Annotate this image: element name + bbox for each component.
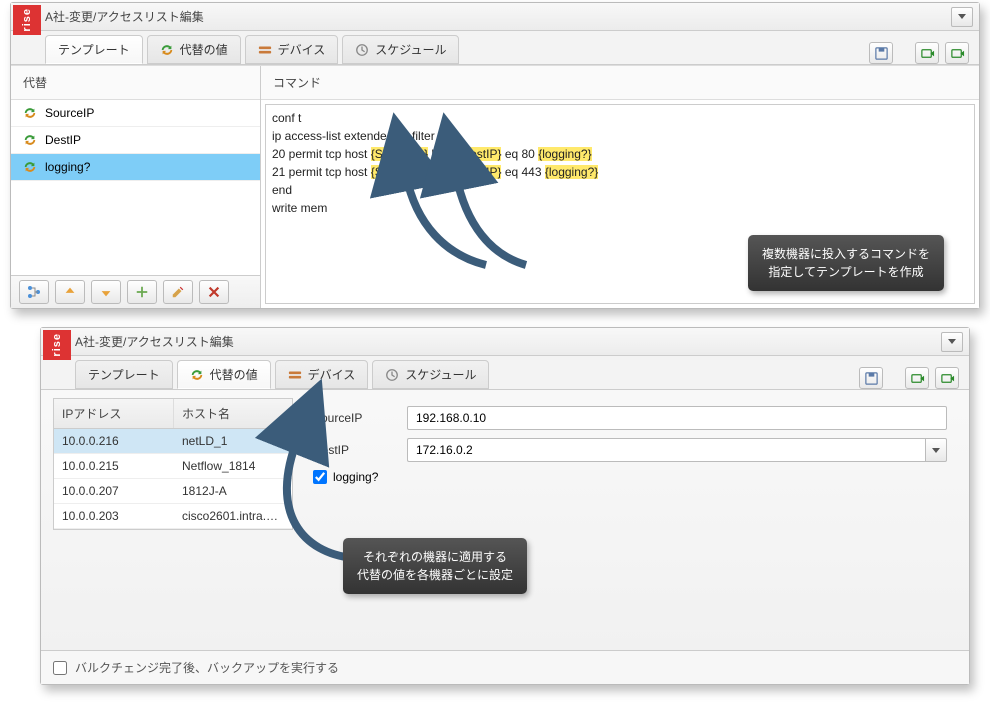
editor-body: 代替 SourceIP DestIP logging? [11, 65, 979, 308]
save-button[interactable] [859, 367, 883, 389]
cmd-line: ip access-list extended lvi-filter [272, 129, 435, 143]
tab-label: テンプレート [58, 41, 130, 58]
title-dropdown-button[interactable] [941, 332, 963, 352]
tab-values[interactable]: 代替の値 [177, 360, 271, 389]
refresh-icon [190, 368, 204, 382]
tab-template[interactable]: テンプレート [75, 360, 173, 389]
edit-button[interactable] [163, 280, 193, 304]
window-title: A社-変更/アクセスリスト編集 [45, 8, 204, 25]
cmd-line: write mem [272, 201, 327, 215]
brand-logo: rise [43, 330, 71, 360]
value-form: SourceIP DestIP logging? [303, 398, 957, 492]
placeholder-token: {SourceIP} [371, 147, 428, 161]
chevron-down-icon [932, 448, 940, 453]
input-destip[interactable] [407, 438, 925, 462]
tab-device[interactable]: デバイス [245, 35, 339, 64]
substitution-toolbar [11, 275, 260, 308]
tab-label: スケジュール [375, 41, 446, 58]
values-body: IPアドレス ホスト名 10.0.0.216 netLD_1 10.0.0.21… [41, 390, 969, 650]
add-button[interactable] [127, 280, 157, 304]
chevron-down-icon [948, 339, 956, 344]
annotation-arrow [436, 165, 556, 280]
placeholder-token: {logging?} [538, 147, 591, 161]
run-button-1[interactable] [915, 42, 939, 64]
refresh-icon [23, 106, 37, 120]
tab-label: デバイス [308, 366, 356, 383]
cell-ip: 10.0.0.216 [54, 429, 174, 453]
cmd-line: end [272, 183, 292, 197]
substitution-panel: 代替 SourceIP DestIP logging? [11, 66, 261, 308]
tab-bar: テンプレート 代替の値 デバイス スケジュール [11, 31, 979, 65]
window-values-editor: rise A社-変更/アクセスリスト編集 テンプレート 代替の値 デバイス スケ… [40, 327, 970, 685]
grid-header: IPアドレス ホスト名 [54, 399, 292, 429]
tab-schedule[interactable]: スケジュール [342, 35, 459, 64]
move-down-button[interactable] [91, 280, 121, 304]
cmd-text: 21 permit tcp host [272, 165, 371, 179]
destip-dropdown-button[interactable] [925, 438, 947, 462]
cell-ip: 10.0.0.203 [54, 504, 174, 528]
clock-icon [355, 43, 369, 57]
tab-values[interactable]: 代替の値 [147, 35, 241, 64]
tab-label: スケジュール [405, 366, 476, 383]
device-icon [258, 43, 272, 57]
tab-bar: テンプレート 代替の値 デバイス スケジュール [41, 356, 969, 390]
footer: バルクチェンジ完了後、バックアップを実行する [41, 650, 969, 684]
tab-schedule[interactable]: スケジュール [372, 360, 489, 389]
substitution-item[interactable]: SourceIP [11, 100, 260, 127]
tab-device[interactable]: デバイス [275, 360, 369, 389]
column-header-host[interactable]: ホスト名 [174, 399, 292, 428]
window-title: A社-変更/アクセスリスト編集 [75, 333, 234, 350]
substitution-item[interactable]: logging? [11, 154, 260, 181]
substitution-item[interactable]: DestIP [11, 127, 260, 154]
cell-ip: 10.0.0.215 [54, 454, 174, 478]
device-icon [288, 368, 302, 382]
callout-line: 複数機器に投入するコマンドを [762, 245, 930, 263]
substitution-label: logging? [45, 160, 90, 174]
cmd-text: host [428, 147, 457, 161]
annotation-callout: それぞれの機器に適用する 代替の値を各機器ごとに設定 [343, 538, 527, 594]
run-button-2[interactable] [945, 42, 969, 64]
cell-ip: 10.0.0.207 [54, 479, 174, 503]
refresh-icon [23, 133, 37, 147]
command-panel: コマンド conf t ip access-list extended lvi-… [261, 66, 979, 308]
label-sourceip: SourceIP [313, 411, 393, 425]
move-up-button[interactable] [55, 280, 85, 304]
cmd-text: 20 permit tcp host [272, 147, 371, 161]
cmd-text: eq 80 [501, 147, 538, 161]
substitution-label: SourceIP [45, 106, 94, 120]
command-header: コマンド [261, 66, 979, 100]
callout-line: 代替の値を各機器ごとに設定 [357, 566, 513, 584]
titlebar: A社-変更/アクセスリスト編集 [41, 328, 969, 356]
titlebar: A社-変更/アクセスリスト編集 [11, 3, 979, 31]
tab-label: デバイス [278, 41, 326, 58]
window-template-editor: rise A社-変更/アクセスリスト編集 テンプレート 代替の値 デバイス スケ… [10, 2, 980, 309]
delete-button[interactable] [199, 280, 229, 304]
refresh-icon [23, 160, 37, 174]
substitution-label: DestIP [45, 133, 81, 147]
command-textarea[interactable]: conf t ip access-list extended lvi-filte… [265, 104, 975, 304]
substitution-list: SourceIP DestIP logging? [11, 100, 260, 275]
annotation-callout: 複数機器に投入するコマンドを 指定してテンプレートを作成 [748, 235, 944, 291]
run-button-2[interactable] [935, 367, 959, 389]
chevron-down-icon [958, 14, 966, 19]
tab-label: 代替の値 [210, 366, 258, 383]
clock-icon [385, 368, 399, 382]
title-dropdown-button[interactable] [951, 7, 973, 27]
cmd-line: conf t [272, 111, 301, 125]
placeholder-token: {DestIP} [457, 147, 501, 161]
input-sourceip[interactable] [407, 406, 947, 430]
substitution-header: 代替 [11, 66, 260, 100]
tab-label: 代替の値 [180, 41, 228, 58]
brand-logo: rise [13, 5, 41, 35]
run-button-1[interactable] [905, 367, 929, 389]
refresh-icon [160, 43, 174, 57]
save-button[interactable] [869, 42, 893, 64]
tree-button[interactable] [19, 280, 49, 304]
tab-label: テンプレート [88, 366, 160, 383]
callout-line: それぞれの機器に適用する [357, 548, 513, 566]
column-header-ip[interactable]: IPアドレス [54, 399, 174, 428]
callout-line: 指定してテンプレートを作成 [762, 263, 930, 281]
tab-template[interactable]: テンプレート [45, 35, 143, 64]
